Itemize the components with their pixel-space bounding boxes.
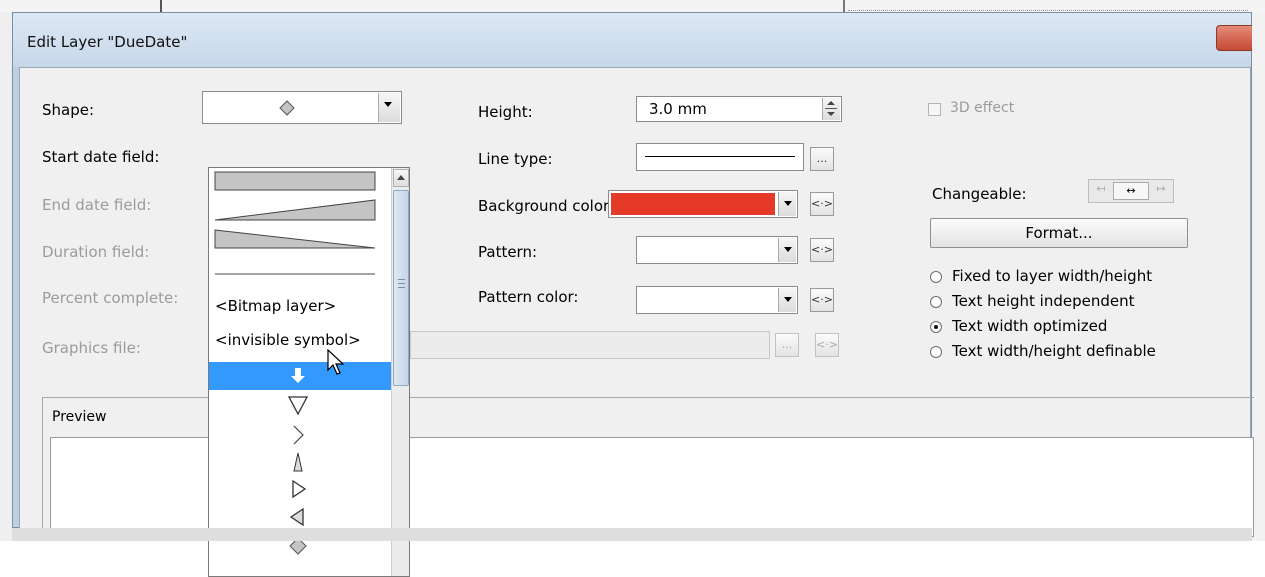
move-right-icon[interactable]: ↦	[1151, 182, 1171, 200]
shape-label: Shape:	[42, 101, 95, 119]
diamond-icon	[279, 100, 295, 116]
background-divider	[160, 0, 162, 12]
percent-complete-label: Percent complete:	[42, 289, 179, 307]
scroll-thumb[interactable]	[393, 190, 409, 386]
background-color-label: Background color:	[478, 197, 614, 215]
radio-option[interactable]	[930, 346, 942, 358]
dialog-titlebar[interactable]: Edit Layer "DueDate"	[13, 13, 1252, 67]
list-item[interactable]	[209, 504, 391, 530]
background-dotted-ruler	[848, 10, 1248, 11]
rising-wedge-shape-icon	[214, 199, 376, 221]
list-item[interactable]	[209, 476, 391, 502]
line-type-label: Line type:	[478, 150, 553, 168]
pattern-combobox[interactable]	[636, 236, 798, 264]
list-item[interactable]	[209, 392, 391, 420]
radio-option[interactable]	[930, 321, 942, 333]
scroll-up-icon[interactable]	[393, 169, 409, 187]
left-triangle-icon	[289, 507, 304, 527]
radio-option-label: Text height independent	[952, 292, 1135, 310]
line-type-browse-button[interactable]: ...	[810, 147, 834, 171]
height-spinner[interactable]: 3.0 mm	[636, 96, 842, 122]
close-button[interactable]	[1216, 25, 1252, 51]
list-item[interactable]	[209, 450, 391, 476]
duration-label: Duration field:	[42, 243, 150, 261]
list-item[interactable]: <Bitmap layer>	[209, 292, 391, 320]
format-button[interactable]: Format...	[930, 218, 1188, 248]
list-item[interactable]	[209, 196, 391, 226]
chevron-down-icon[interactable]	[378, 93, 400, 122]
preview-label: Preview	[52, 409, 107, 425]
3d-effect-checkbox[interactable]	[928, 103, 941, 116]
changeable-label: Changeable:	[932, 185, 1027, 203]
list-item[interactable]	[209, 422, 391, 448]
graphics-file-label: Graphics file:	[42, 339, 141, 357]
chevron-down-icon[interactable]	[778, 238, 796, 262]
radio-option[interactable]	[930, 296, 942, 308]
list-item[interactable]	[209, 228, 391, 258]
pattern-color-reset-button[interactable]: <·>	[810, 288, 834, 312]
background-color-swatch	[611, 193, 775, 215]
falling-wedge-shape-icon	[214, 229, 376, 249]
list-item[interactable]	[209, 260, 391, 286]
list-item-label: <Bitmap layer>	[215, 297, 337, 315]
graphics-browse-button[interactable]: ...	[775, 333, 799, 357]
list-scrollbar[interactable]	[391, 168, 409, 576]
shape-dropdown-list[interactable]: <Bitmap layer> <invisible symbol>	[208, 167, 410, 577]
background-color-reset-button[interactable]: <·>	[810, 192, 834, 216]
move-left-icon[interactable]: ↤	[1091, 182, 1111, 200]
chevron-down-icon[interactable]	[778, 192, 796, 216]
background-color-combobox[interactable]	[608, 190, 798, 218]
radio-option-label: Text width optimized	[952, 317, 1108, 335]
3d-effect-label: 3D effect	[950, 100, 1015, 116]
shape-combobox[interactable]	[202, 91, 402, 124]
height-label: Height:	[478, 103, 533, 121]
pattern-reset-button[interactable]: <·>	[810, 238, 834, 262]
full-bar-shape-icon	[214, 171, 376, 191]
radio-option-label: Fixed to layer width/height	[952, 267, 1153, 285]
list-item[interactable]: <invisible symbol>	[209, 326, 391, 354]
background-left-edge	[0, 12, 12, 541]
graphics-reset-button[interactable]: <·>	[815, 333, 839, 357]
list-item[interactable]	[209, 168, 391, 195]
dialog-client-area: Shape: Start date field: End date field:…	[19, 67, 1254, 577]
radio-option[interactable]	[930, 271, 942, 283]
graphics-file-field	[410, 331, 770, 359]
thin-line-shape-icon	[215, 273, 375, 275]
end-date-label: End date field:	[42, 196, 152, 214]
list-item[interactable]	[209, 362, 391, 390]
pattern-label: Pattern:	[478, 243, 538, 261]
mouse-cursor-icon	[327, 349, 345, 375]
background-divider	[843, 0, 845, 12]
line-type-field[interactable]	[636, 143, 804, 171]
down-triangle-icon	[287, 396, 309, 416]
edit-layer-dialog: Edit Layer "DueDate" Shape: Start date f…	[12, 12, 1254, 577]
up-spike-icon	[293, 452, 303, 472]
background-app-strip	[0, 0, 1265, 12]
right-triangle-icon	[292, 479, 307, 499]
dialog-title: Edit Layer "DueDate"	[27, 33, 188, 51]
start-date-label: Start date field:	[42, 148, 160, 166]
spinner-arrows-icon[interactable]	[822, 98, 840, 120]
radio-option-label: Text width/height definable	[952, 342, 1156, 360]
resize-both-icon[interactable]: ↔	[1113, 182, 1149, 200]
list-item-label: <invisible symbol>	[215, 331, 361, 349]
chevron-down-icon[interactable]	[778, 288, 796, 312]
pattern-color-label: Pattern color:	[478, 288, 579, 306]
down-arrow-icon	[291, 368, 305, 383]
pattern-color-combobox[interactable]	[636, 286, 798, 314]
background-bottom-edge	[12, 528, 1252, 541]
height-value: 3.0 mm	[649, 100, 707, 118]
chevron-right-icon	[293, 425, 304, 445]
changeable-toggle-group[interactable]: ↤ ↔ ↦	[1088, 179, 1174, 203]
line-sample	[645, 156, 795, 157]
